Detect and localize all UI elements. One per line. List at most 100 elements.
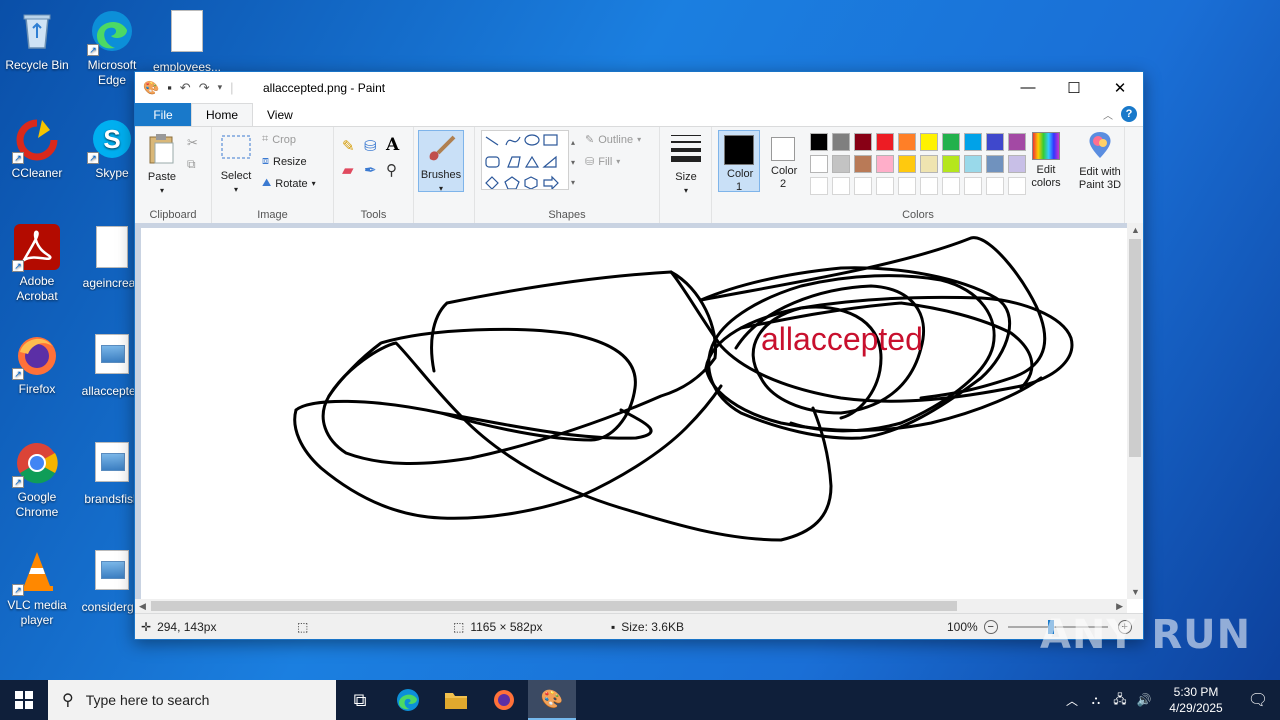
select-button[interactable]: Select ▾: [218, 133, 254, 196]
horizontal-scroll-thumb[interactable]: [151, 601, 957, 611]
palette-swatch[interactable]: [832, 177, 850, 195]
palette-swatch[interactable]: [810, 177, 828, 195]
cursor-position: ✛ 294, 143px: [141, 620, 217, 634]
text-tool-icon[interactable]: A: [386, 135, 399, 155]
palette-swatch[interactable]: [810, 133, 828, 151]
crop-button[interactable]: ⌗ Crop: [262, 133, 296, 146]
edit-colors-button[interactable]: Edit colors: [1024, 130, 1068, 190]
eraser-icon[interactable]: ▰: [342, 161, 354, 179]
palette-swatch[interactable]: [854, 177, 872, 195]
vlc-icon: ↗: [12, 548, 60, 596]
palette-swatch[interactable]: [986, 177, 1004, 195]
palette-swatch[interactable]: [876, 133, 894, 151]
palette-swatch[interactable]: [876, 155, 894, 173]
clock[interactable]: 5:30 PM 4/29/2025: [1156, 684, 1236, 716]
shortcut-arrow-icon: ↗: [12, 260, 24, 272]
file-explorer-icon[interactable]: [432, 680, 480, 720]
tab-file[interactable]: File: [135, 103, 191, 126]
volume-icon[interactable]: 🔊: [1132, 693, 1156, 707]
size-button[interactable]: Size ▾: [668, 133, 704, 197]
shapes-group: ▴ ▾ ▾ ✎ Outline ▾ ⛁ Fill ▾ Shapes: [474, 127, 660, 224]
undo-icon[interactable]: ↶: [180, 80, 191, 96]
horizontal-scrollbar[interactable]: ◀ ▶: [135, 599, 1127, 613]
ccleaner-icon: ↗: [12, 116, 60, 164]
palette-swatch[interactable]: [854, 133, 872, 151]
palette-swatch[interactable]: [832, 155, 850, 173]
palette-swatch[interactable]: [898, 133, 916, 151]
palette-swatch[interactable]: [942, 177, 960, 195]
redo-icon[interactable]: ↷: [199, 80, 210, 96]
minimize-button[interactable]: —: [1005, 72, 1051, 103]
palette-swatch[interactable]: [898, 177, 916, 195]
desktop-icon-vlc[interactable]: ↗ VLC media player: [0, 548, 74, 628]
brushes-button[interactable]: Brushes ▾: [418, 130, 464, 193]
close-button[interactable]: ✕: [1097, 72, 1143, 103]
notification-icon[interactable]: 🗨: [1236, 690, 1280, 710]
fill-bucket-icon[interactable]: ⛁: [364, 137, 377, 155]
image-file-icon: [95, 334, 129, 374]
vertical-scrollbar[interactable]: ▲ ▼: [1127, 223, 1143, 599]
taskbar-edge-icon[interactable]: [384, 680, 432, 720]
palette-swatch[interactable]: [942, 133, 960, 151]
palette-swatch[interactable]: [854, 155, 872, 173]
palette-swatch[interactable]: [986, 133, 1004, 151]
selection-icon: ⬚: [297, 620, 309, 634]
save-icon[interactable]: ▪: [167, 80, 172, 95]
palette-swatch[interactable]: [964, 155, 982, 173]
palette-swatch[interactable]: [876, 177, 894, 195]
palette-swatch[interactable]: [898, 155, 916, 173]
network-adapter-icon[interactable]: ⛬: [1084, 693, 1108, 708]
tray-overflow-icon[interactable]: ︿: [1060, 692, 1084, 709]
edit-with-paint3d-button[interactable]: Edit with Paint 3D: [1072, 130, 1128, 192]
palette-swatch[interactable]: [964, 177, 982, 195]
taskbar-search-box[interactable]: ⚲ Type here to search: [48, 680, 336, 720]
palette-swatch[interactable]: [920, 155, 938, 173]
rotate-button[interactable]: ⛰ Rotate ▾: [262, 177, 316, 190]
palette-swatch[interactable]: [832, 133, 850, 151]
desktop-icon-adobe-acrobat[interactable]: ↗ Adobe Acrobat: [0, 224, 74, 304]
palette-swatch[interactable]: [920, 133, 938, 151]
vertical-scroll-thumb[interactable]: [1129, 239, 1141, 457]
palette-swatch[interactable]: [964, 133, 982, 151]
desktop-icon-firefox[interactable]: ↗ Firefox: [0, 332, 74, 397]
start-button[interactable]: [0, 680, 48, 720]
color2-swatch: [771, 137, 795, 161]
drawing-canvas[interactable]: allaccepted: [141, 228, 1127, 599]
resize-button[interactable]: ⧈ Resize: [262, 155, 307, 168]
pencil-icon[interactable]: ✎: [342, 137, 355, 155]
palette-swatch[interactable]: [942, 155, 960, 173]
cut-icon[interactable]: ✂: [187, 135, 198, 151]
color-picker-icon[interactable]: ✒: [364, 161, 377, 179]
collapse-ribbon-icon[interactable]: ︿: [1103, 107, 1113, 122]
palette-swatch[interactable]: [986, 155, 1004, 173]
outline-button[interactable]: ✎ Outline ▾: [585, 133, 641, 147]
color2-button[interactable]: Color 2: [762, 130, 804, 192]
task-view-icon[interactable]: ⧉: [336, 680, 384, 720]
color1-button[interactable]: Color 1: [718, 130, 760, 193]
desktop-icon-employees[interactable]: employees...: [150, 8, 224, 75]
disk-icon: ▪: [611, 620, 616, 634]
desktop-icon-ccleaner[interactable]: ↗ CCleaner: [0, 116, 74, 181]
help-icon[interactable]: ?: [1121, 106, 1137, 122]
colors-group: Color 1 Color 2 Edit colors Edit with Pa…: [712, 127, 1125, 224]
magnifier-icon[interactable]: ⚲: [386, 161, 397, 179]
customize-quick-access-icon[interactable]: ▾: [218, 82, 223, 93]
shapes-gallery[interactable]: [481, 130, 569, 191]
shortcut-arrow-icon: ↗: [12, 368, 24, 380]
fill-button[interactable]: ⛁ Fill ▾: [585, 155, 620, 169]
tab-home[interactable]: Home: [191, 103, 254, 126]
palette-swatch[interactable]: [920, 177, 938, 195]
network-icon[interactable]: 🖧: [1108, 690, 1132, 711]
zoom-out-icon[interactable]: −: [983, 620, 998, 634]
desktop-icon-google-chrome[interactable]: ↗ Google Chrome: [0, 440, 74, 520]
tab-view[interactable]: View: [253, 103, 307, 126]
select-icon: [221, 135, 251, 159]
taskbar-firefox-icon[interactable]: [480, 680, 528, 720]
maximize-button[interactable]: ☐: [1051, 72, 1097, 103]
palette-swatch[interactable]: [810, 155, 828, 173]
desktop-icon-recycle-bin[interactable]: Recycle Bin: [0, 8, 74, 73]
taskbar-paint-icon[interactable]: 🎨: [528, 680, 576, 720]
image-file-icon: [95, 442, 129, 482]
paste-button[interactable]: Paste ▾: [145, 133, 179, 197]
copy-icon[interactable]: ⧉: [187, 157, 196, 172]
